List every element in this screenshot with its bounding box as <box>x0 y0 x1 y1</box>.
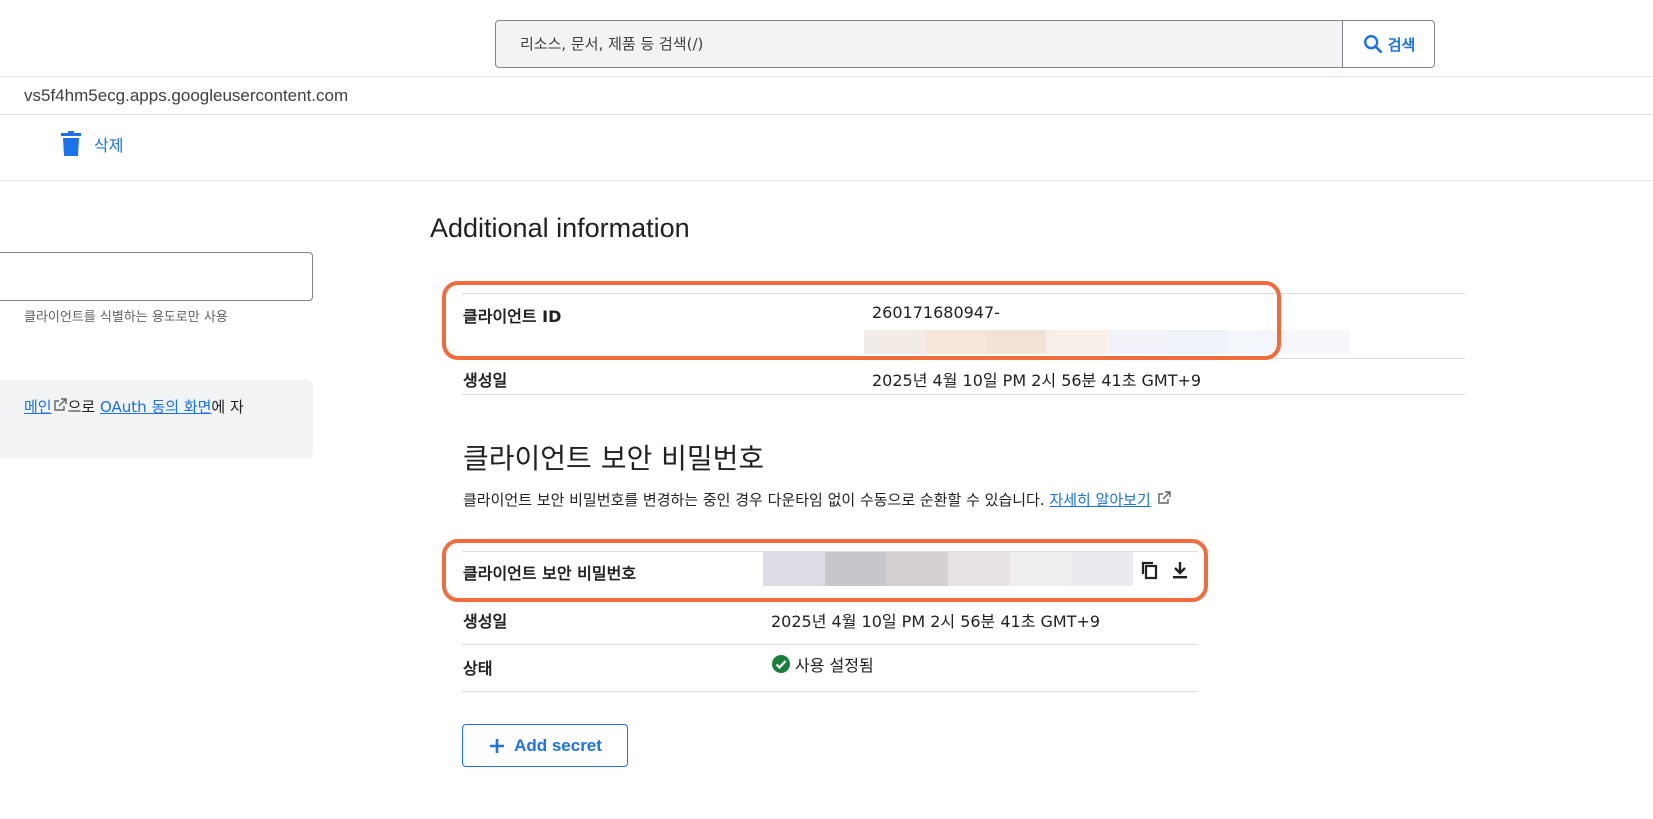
info-note <box>0 380 313 458</box>
additional-info-heading: Additional information <box>430 213 690 243</box>
search-button[interactable]: 검색 <box>1342 21 1434 67</box>
client-id-highlight <box>442 281 1281 360</box>
plus-icon <box>490 738 505 753</box>
search-box: 검색 <box>495 20 1435 68</box>
info-note-text: 메인 으로 OAuth 동의 화면에 자 <box>24 396 244 417</box>
search-icon <box>1363 35 1382 54</box>
divider <box>462 691 1198 692</box>
secret-created-value: 2025년 4월 10일 PM 2시 56분 41초 GMT+9 <box>771 612 1101 631</box>
secret-description-text: 클라이언트 보안 비밀번호를 변경하는 중인 경우 다운타임 없이 수동으로 순… <box>463 491 1050 509</box>
add-secret-button[interactable]: Add secret <box>462 724 628 767</box>
note-text-2: 에 자 <box>211 398 244 416</box>
client-secret-description: 클라이언트 보안 비밀번호를 변경하는 중인 경우 다운타임 없이 수동으로 순… <box>463 489 1172 510</box>
secret-status-label: 상태 <box>463 659 493 678</box>
check-circle-icon <box>772 655 790 673</box>
created-date-value: 2025년 4월 10일 PM 2시 56분 41초 GMT+9 <box>872 371 1202 390</box>
client-secret-heading: 클라이언트 보안 비밀번호 <box>463 442 765 475</box>
client-secret-highlight <box>442 539 1208 602</box>
learn-more-link[interactable]: 자세히 알아보기 <box>1049 491 1150 509</box>
client-name-input[interactable] <box>0 252 313 301</box>
search-input[interactable] <box>496 21 1344 67</box>
secret-created-label: 생성일 <box>463 612 508 631</box>
add-secret-label: Add secret <box>514 735 602 755</box>
client-name-help: 클라이언트를 식별하는 용도로만 사용 <box>24 310 228 325</box>
trash-icon <box>61 131 81 156</box>
domain-link[interactable]: 메인 <box>24 398 52 416</box>
divider <box>462 394 1465 395</box>
external-link-icon <box>1157 491 1171 504</box>
action-bar: 삭제 <box>0 115 1653 181</box>
search-button-label: 검색 <box>1387 35 1416 54</box>
note-text-1: 으로 <box>67 398 100 416</box>
client-url: vs5f4hm5ecg.apps.googleusercontent.com <box>24 86 349 105</box>
top-bar: 검색 <box>0 0 1653 77</box>
client-url-row: vs5f4hm5ecg.apps.googleusercontent.com <box>0 77 1653 115</box>
created-date-label: 생성일 <box>463 371 508 390</box>
divider <box>462 644 1198 645</box>
oauth-consent-link[interactable]: OAuth 동의 화면 <box>100 398 211 416</box>
delete-button[interactable]: 삭제 <box>60 131 123 157</box>
status-badge: 사용 설정됨 <box>771 652 874 676</box>
external-link-icon <box>53 398 67 411</box>
secret-status-value: 사용 설정됨 <box>795 656 874 675</box>
delete-label: 삭제 <box>94 136 124 155</box>
